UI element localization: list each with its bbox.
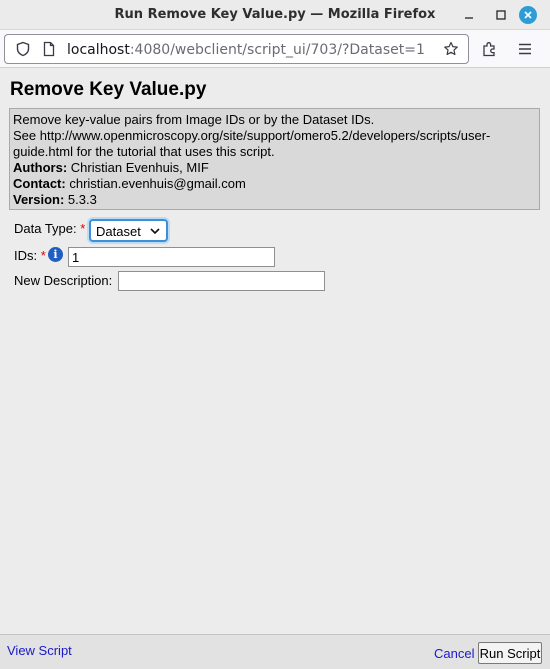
script-footer: View Script Cancel Run Script	[0, 634, 550, 669]
chevron-down-icon	[150, 228, 160, 235]
shield-icon[interactable]	[15, 41, 31, 57]
new-description-input[interactable]	[118, 271, 325, 291]
info-icon[interactable]: i	[48, 247, 63, 262]
minimize-icon[interactable]	[460, 6, 478, 24]
script-description-line2: See http://www.openmicroscopy.org/site/s…	[13, 128, 491, 159]
ids-row: IDs: *	[14, 248, 46, 263]
bookmark-star-icon[interactable]	[443, 41, 459, 57]
version-row: Version: 5.3.3	[13, 192, 536, 208]
version-label: Version:	[13, 192, 65, 207]
required-marker: *	[40, 248, 46, 263]
contact-row: Contact: christian.evenhuis@gmail.com	[13, 176, 536, 192]
view-script-link[interactable]: View Script	[7, 643, 72, 658]
ids-input[interactable]	[68, 247, 275, 267]
new-description-label: New Description:	[14, 273, 113, 288]
url-host: localhost	[67, 42, 130, 58]
contact-value: christian.evenhuis@gmail.com	[69, 176, 246, 191]
authors-label: Authors:	[13, 160, 68, 175]
cancel-link[interactable]: Cancel	[434, 646, 474, 661]
script-description-line1: Remove key-value pairs from Image IDs or…	[13, 112, 375, 127]
maximize-icon[interactable]	[492, 6, 510, 24]
ids-label: IDs:	[14, 248, 38, 263]
url-path: :4080/webclient/script_ui/703/?Dataset=1	[129, 42, 425, 58]
window-titlebar: Run Remove Key Value.py — Mozilla Firefo…	[0, 0, 550, 30]
data-type-value: Dataset	[96, 224, 141, 239]
url-text[interactable]: localhost:4080/webclient/script_ui/703/?…	[67, 42, 425, 58]
data-type-label: Data Type:	[14, 221, 77, 236]
version-value: 5.3.3	[67, 192, 97, 207]
script-info-box: Remove key-value pairs from Image IDs or…	[9, 108, 540, 210]
page-icon[interactable]	[41, 41, 57, 57]
authors-value: Christian Evenhuis, MIF	[70, 160, 209, 175]
url-bar[interactable]: localhost:4080/webclient/script_ui/703/?…	[4, 34, 469, 64]
browser-navbar: localhost:4080/webclient/script_ui/703/?…	[0, 30, 550, 68]
contact-label: Contact:	[13, 176, 66, 191]
required-marker: *	[80, 221, 86, 236]
close-icon[interactable]	[519, 6, 537, 24]
authors-row: Authors: Christian Evenhuis, MIF	[13, 160, 536, 176]
data-type-select[interactable]: Dataset	[89, 219, 168, 242]
extensions-icon[interactable]	[481, 40, 499, 58]
script-ui-content: Remove Key Value.py Remove key-value pai…	[0, 68, 550, 634]
script-title: Remove Key Value.py	[10, 79, 207, 100]
data-type-row: Data Type: *	[14, 221, 85, 236]
new-description-row: New Description:	[14, 273, 112, 288]
run-script-button[interactable]: Run Script	[478, 642, 542, 664]
hamburger-menu-icon[interactable]	[516, 40, 534, 58]
